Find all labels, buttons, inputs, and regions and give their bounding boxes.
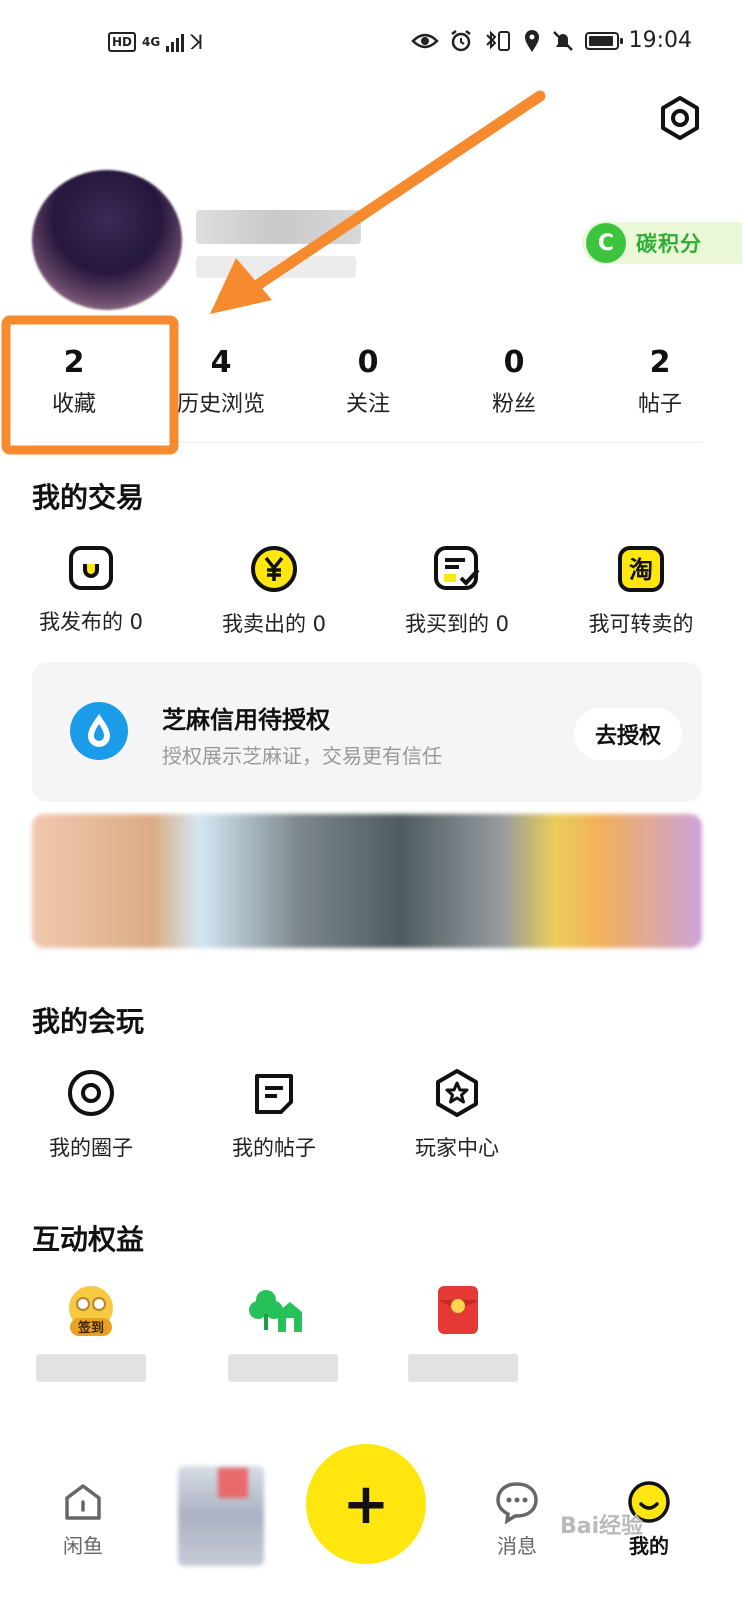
reward-label-blurred (228, 1354, 338, 1382)
play-item-player-center[interactable]: 玩家中心 (372, 1068, 542, 1162)
network-type: 4G (142, 35, 161, 49)
reward-label-blurred (408, 1354, 518, 1382)
data-speed-icon: ꓘ (190, 30, 204, 54)
trade-item-label: 我发布的 0 (38, 610, 144, 634)
bluetooth-vibrate-icon (485, 30, 510, 51)
watermark: Bai经验 (560, 1514, 644, 1539)
stat-label: 帖子 (637, 392, 682, 417)
tao-icon: 淘 (618, 546, 664, 592)
play-item-label: 玩家中心 (415, 1136, 499, 1160)
stat-value: 0 (503, 345, 525, 380)
reward-item-forest[interactable] (248, 1286, 304, 1336)
carbon-points-label: 碳积分 (636, 232, 702, 256)
signal-icon (166, 32, 185, 52)
trade-item-label: 我卖出的 0 (221, 612, 327, 636)
reward-label-blurred (36, 1354, 146, 1382)
nav-blurred-badge (218, 1468, 248, 1498)
play-item-label: 我的圈子 (49, 1136, 133, 1160)
carbon-c-icon: C (586, 223, 626, 263)
checkin-label: 签到 (77, 1320, 104, 1336)
nav-home[interactable]: 闲鱼 (38, 1480, 128, 1559)
profile-stats: 2 收藏 4 历史浏览 0 关注 0 粉丝 2 帖子 (0, 346, 748, 426)
play-item-posts[interactable]: 我的帖子 (189, 1068, 359, 1162)
play-item-circles[interactable]: 我的圈子 (6, 1068, 176, 1162)
circle-target-icon (68, 1070, 114, 1116)
publish-plus-button[interactable]: + (306, 1444, 426, 1564)
stat-label: 历史浏览 (176, 392, 265, 417)
sesame-title: 芝麻信用待授权 (162, 706, 330, 734)
stat-followers[interactable]: 0 粉丝 (444, 346, 584, 418)
message-bubble-icon (496, 1482, 538, 1524)
authorize-button[interactable]: 去授权 (574, 708, 682, 760)
trade-item-label: 我买到的 0 (404, 612, 510, 636)
trade-item-resell[interactable]: 淘 我可转卖的 (556, 544, 726, 638)
stat-posts[interactable]: 2 帖子 (590, 346, 730, 418)
bell-off-icon (552, 30, 573, 51)
location-icon (524, 29, 539, 52)
section-title-play: 我的会玩 (32, 1005, 145, 1038)
bag-icon (69, 546, 113, 590)
reward-item-redpacket[interactable] (436, 1284, 480, 1336)
user-subtitle-blurred (196, 256, 356, 278)
status-time: 19:04 (628, 28, 692, 53)
username-blurred (196, 210, 361, 244)
section-title-trade: 我的交易 (32, 481, 145, 514)
status-bar-right: 19:04 (410, 28, 692, 53)
post-note-icon (255, 1074, 293, 1114)
battery-icon (584, 31, 623, 50)
trade-item-label: 我可转卖的 (588, 612, 694, 636)
stats-divider (32, 442, 702, 443)
red-packet-icon (438, 1286, 478, 1334)
stat-history[interactable]: 4 历史浏览 (151, 346, 291, 418)
status-bar-left: HD 4G ꓘ (108, 30, 203, 54)
stat-value: 2 (649, 345, 671, 380)
receipt-check-icon (434, 546, 480, 590)
trade-item-published[interactable]: 我发布的 0 (6, 544, 176, 636)
svg-text:淘: 淘 (629, 556, 653, 584)
stat-value: 4 (210, 345, 232, 380)
promo-banner-blurred[interactable] (32, 814, 702, 948)
avatar[interactable] (32, 170, 182, 310)
sesame-credit-card[interactable]: 芝麻信用待授权 授权展示芝麻证，交易更有信任 去授权 (32, 662, 702, 802)
stat-label: 关注 (345, 392, 390, 417)
carbon-points-badge[interactable]: C 碳积分 (582, 222, 742, 264)
hd-badge: HD (108, 32, 137, 52)
stat-value: 2 (63, 345, 85, 380)
tree-house-icon (249, 1290, 302, 1332)
trade-item-sold[interactable]: 我卖出的 0 (189, 544, 359, 638)
sesame-subtitle: 授权展示芝麻证，交易更有信任 (162, 744, 442, 768)
nav-label: 闲鱼 (63, 1534, 103, 1558)
nav-label: 消息 (497, 1534, 537, 1558)
stat-label: 收藏 (51, 392, 96, 417)
play-item-label: 我的帖子 (232, 1136, 316, 1160)
yuan-coin-icon (251, 546, 297, 592)
alarm-icon (450, 29, 471, 51)
trade-item-bought[interactable]: 我买到的 0 (372, 544, 542, 638)
checkin-icon: 签到 (69, 1286, 113, 1336)
eye-icon (410, 33, 439, 48)
stat-following[interactable]: 0 关注 (298, 346, 438, 418)
home-icon (65, 1484, 101, 1520)
section-title-rewards: 互动权益 (32, 1223, 145, 1256)
stat-favorites[interactable]: 2 收藏 (4, 346, 144, 418)
star-hexagon-icon (436, 1069, 478, 1117)
stat-value: 0 (357, 345, 379, 380)
sesame-logo-icon (70, 702, 128, 760)
stat-label: 粉丝 (491, 392, 536, 417)
reward-item-checkin[interactable]: 签到 (64, 1284, 118, 1340)
nav-messages[interactable]: 消息 (472, 1480, 562, 1559)
settings-hexagon-icon[interactable] (656, 94, 704, 142)
